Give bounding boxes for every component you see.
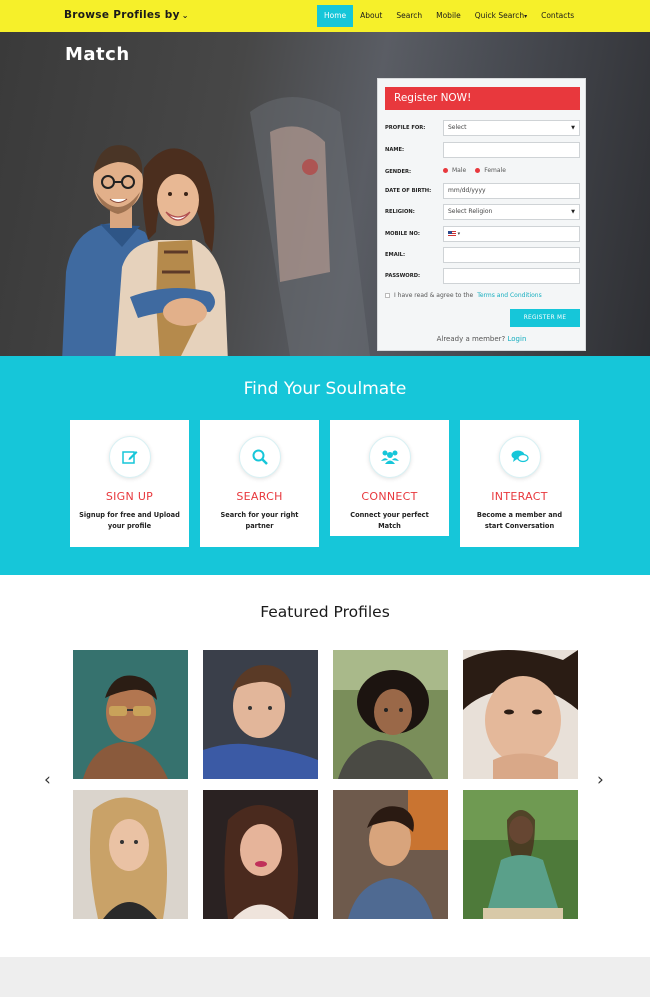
top-navbar: Browse Profiles by ⌄ Home About Search Mo… [0, 0, 650, 32]
nav-search[interactable]: Search [389, 5, 429, 27]
dob-label: DATE OF BIRTH: [385, 188, 432, 194]
card-sign-up[interactable]: SIGN UP Signup for free and Upload your … [70, 420, 189, 547]
mobile-label: MOBILE NO: [385, 231, 420, 237]
terms-row: I have read & agree to the Terms and Con… [385, 292, 542, 299]
profile-photo[interactable] [333, 790, 448, 919]
card-search[interactable]: SEARCH Search for your right partner [200, 420, 319, 547]
email-row: EMAIL: [385, 247, 580, 265]
profile-for-row: PROFILE FOR: Select ▼ [385, 120, 580, 138]
profile-for-select[interactable]: Select ▼ [443, 120, 580, 136]
profile-for-label: PROFILE FOR: [385, 125, 426, 131]
site-title: Match [65, 44, 130, 65]
browse-profiles-dropdown[interactable]: Browse Profiles by ⌄ [64, 9, 189, 21]
card-desc: Connect your perfect Match [350, 511, 429, 530]
name-label: NAME: [385, 147, 405, 153]
nav-contacts[interactable]: Contacts [534, 5, 581, 27]
already-member-text: Already a member? [436, 335, 506, 343]
card-interact[interactable]: INTERACT Become a member and start Conve… [460, 420, 579, 547]
chevron-down-icon: ⌄ [181, 11, 189, 20]
hero-section: Match Register NOW! PROFILE FOR: Select … [0, 32, 650, 356]
profile-photo[interactable] [203, 650, 318, 779]
card-desc: Search for your right partner [220, 511, 299, 530]
profile-photo[interactable] [333, 650, 448, 779]
featured-title: Featured Profiles [260, 603, 390, 621]
login-link[interactable]: Login [508, 335, 527, 343]
nav-about[interactable]: About [353, 5, 389, 27]
password-row: PASSWORD: [385, 268, 580, 286]
gender-female-label: Female [484, 167, 506, 174]
profile-for-value: Select [448, 124, 467, 131]
soulmate-title: Find Your Soulmate [243, 379, 407, 399]
card-title: CONNECT [361, 490, 418, 503]
profile-photo[interactable] [463, 790, 578, 919]
users-icon [368, 436, 411, 478]
find-soulmate-section: Find Your Soulmate SIGN UP Signup for fr… [0, 356, 650, 575]
gender-male-label: Male [452, 167, 467, 174]
already-member: Already a member? Login [378, 335, 585, 343]
password-input[interactable] [443, 268, 580, 284]
gender-row: GENDER: Male Female [385, 164, 580, 182]
religion-row: RELIGION: Select Religion ▼ [385, 204, 580, 222]
profile-photo[interactable] [203, 790, 318, 919]
us-flag-icon [448, 231, 456, 236]
religion-label: RELIGION: [385, 209, 415, 215]
dob-row: DATE OF BIRTH: mm/dd/yyyy [385, 183, 580, 201]
nav-quick-search-label: Quick Search [474, 11, 525, 20]
profile-photo[interactable] [463, 650, 578, 779]
profile-photo[interactable] [73, 790, 188, 919]
email-label: EMAIL: [385, 252, 406, 258]
card-title: SIGN UP [105, 490, 154, 503]
dropdown-caret-icon: ▼ [571, 125, 575, 131]
card-desc: Become a member and start Conversation [476, 511, 563, 530]
nav-quick-search[interactable]: Quick Search▾ [468, 5, 534, 27]
terms-link[interactable]: Terms and Conditions [477, 292, 542, 299]
carousel-prev-arrow-icon[interactable]: ‹ [44, 770, 51, 790]
register-heading: Register NOW! [385, 87, 580, 110]
mobile-row: MOBILE NO: ▾ [385, 226, 580, 244]
radio-dot-icon [475, 168, 481, 173]
nav-home[interactable]: Home [317, 5, 354, 27]
brand-label: Browse Profiles by [64, 9, 180, 21]
carousel-next-arrow-icon[interactable]: › [597, 770, 604, 790]
password-label: PASSWORD: [385, 273, 421, 279]
nav-links: Home About Search Mobile Quick Search▾ C… [317, 5, 581, 27]
name-input[interactable] [443, 142, 580, 158]
gender-female-radio[interactable]: Female [475, 167, 506, 174]
dropdown-caret-icon: ▼ [571, 209, 575, 215]
caret-down-icon: ▾ [524, 13, 528, 20]
terms-text: I have read & agree to the [394, 292, 474, 299]
gender-label: GENDER: [385, 169, 412, 175]
card-connect[interactable]: CONNECT Connect your perfect Match [330, 420, 449, 536]
card-title: INTERACT [491, 490, 548, 503]
terms-checkbox[interactable] [385, 293, 390, 298]
search-icon [238, 436, 281, 478]
register-panel: Register NOW! PROFILE FOR: Select ▼ NAME… [377, 78, 586, 351]
couple-photo [62, 145, 228, 356]
name-row: NAME: [385, 142, 580, 160]
card-title: SEARCH [236, 490, 283, 503]
profile-photo[interactable] [73, 650, 188, 779]
religion-value: Select Religion [448, 208, 493, 215]
card-desc: Signup for free and Upload your profile [79, 511, 180, 530]
footer-band [0, 957, 650, 997]
radio-dot-icon [443, 168, 448, 173]
email-input[interactable] [443, 247, 580, 263]
mobile-input[interactable]: ▾ [443, 226, 580, 242]
religion-select[interactable]: Select Religion ▼ [443, 204, 580, 220]
register-me-button[interactable]: REGISTER ME [510, 309, 580, 327]
country-caret-icon: ▾ [456, 231, 461, 237]
nav-mobile[interactable]: Mobile [429, 5, 468, 27]
chat-icon [498, 436, 541, 478]
dob-input[interactable]: mm/dd/yyyy [443, 183, 580, 199]
gender-radio-group: Male Female [443, 167, 506, 174]
edit-icon [108, 436, 151, 478]
gender-male-radio[interactable]: Male [443, 167, 466, 174]
